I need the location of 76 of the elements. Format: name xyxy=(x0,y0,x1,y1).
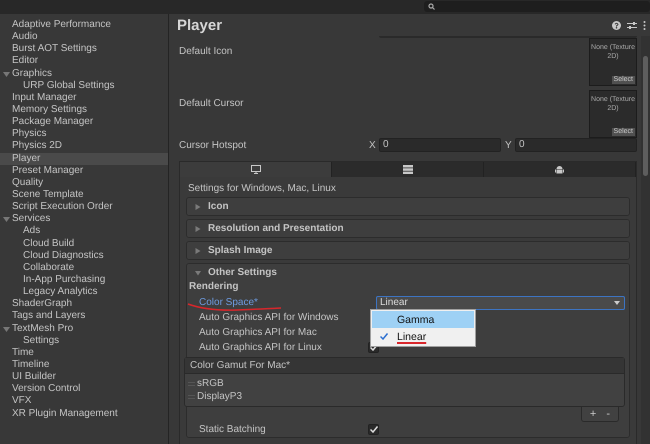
search-icon xyxy=(428,3,435,10)
sidebar-item[interactable]: UI Builder xyxy=(0,371,168,384)
foldout-header[interactable]: Splash Image xyxy=(187,242,629,259)
dropdown[interactable]: Linear xyxy=(376,296,625,310)
sidebar-item[interactable]: Services xyxy=(0,213,168,226)
field-label: Auto Graphics API for Mac xyxy=(198,327,318,338)
search-field[interactable] xyxy=(424,1,650,12)
help-icon[interactable] xyxy=(612,20,621,30)
sidebar-item[interactable]: ShaderGraph xyxy=(0,298,168,310)
checkmark-icon xyxy=(370,426,378,433)
sidebar-item[interactable]: VFX xyxy=(0,395,168,408)
field-label: Color Space* xyxy=(198,297,258,308)
sidebar-item[interactable]: Settings xyxy=(0,334,168,347)
menu-option[interactable]: Linear xyxy=(372,328,474,345)
sidebar-item[interactable]: Legacy Analytics xyxy=(0,286,168,298)
sidebar-item[interactable]: Editor xyxy=(0,55,168,68)
sidebar-item[interactable]: In-App Purchasing xyxy=(0,274,168,286)
android-icon xyxy=(555,164,564,174)
expand-arrow-icon[interactable] xyxy=(3,326,10,333)
sidebar-item[interactable]: Tags and Layers xyxy=(0,310,168,323)
sliders-icon[interactable] xyxy=(627,20,637,30)
sidebar-item[interactable]: Time xyxy=(0,346,168,359)
foldout-header[interactable]: Other Settings xyxy=(187,264,629,281)
list-item[interactable]: sRGB xyxy=(197,378,224,389)
axis-label: X xyxy=(369,140,375,150)
remove-button[interactable]: - xyxy=(604,408,612,420)
platform-tab[interactable] xyxy=(332,162,484,177)
caret-icon xyxy=(614,300,620,304)
list-item[interactable]: DisplayP3 xyxy=(197,391,242,402)
sidebar-item[interactable]: Cloud Build xyxy=(0,238,168,250)
expand-arrow-icon[interactable] xyxy=(3,70,10,78)
axis-label: Y xyxy=(505,140,511,150)
sidebar-item[interactable]: Scene Template xyxy=(0,188,168,202)
field-label: Auto Graphics API for Linux xyxy=(198,342,323,353)
more-options-icon[interactable] xyxy=(643,20,646,30)
sidebar-item[interactable]: Quality xyxy=(0,176,168,189)
sidebar-item[interactable]: Player xyxy=(0,152,168,165)
sidebar-item[interactable]: Graphics xyxy=(0,68,168,80)
number-field[interactable]: 0 xyxy=(379,138,501,152)
sidebar-item[interactable]: Input Manager xyxy=(0,92,168,104)
sidebar-item[interactable]: Package Manager xyxy=(0,116,168,128)
sidebar-item[interactable]: Cloud Diagnostics xyxy=(0,250,168,262)
server-icon xyxy=(402,165,412,174)
sidebar-item[interactable]: Collaborate xyxy=(0,262,168,274)
foldout-header[interactable]: Icon xyxy=(187,198,629,215)
sidebar-item[interactable]: Script Execution Order xyxy=(0,201,168,214)
list-header: Color Gamut For Mac* xyxy=(185,358,624,374)
add-button[interactable]: + xyxy=(588,408,598,420)
sidebar-item[interactable]: Ads xyxy=(0,225,168,238)
expand-arrow-icon[interactable] xyxy=(3,216,10,224)
field-label: Default Icon xyxy=(179,45,232,59)
scrollbar[interactable] xyxy=(641,36,650,444)
sidebar-item[interactable]: Physics xyxy=(0,128,168,140)
section-heading: Rendering xyxy=(188,281,240,294)
field-label: Cursor Hotspot xyxy=(179,140,248,150)
sidebar-item[interactable]: TextMesh Pro xyxy=(0,322,168,335)
monitor-icon xyxy=(250,165,260,174)
sidebar-item[interactable]: Burst AOT Settings xyxy=(0,43,168,56)
field-label: Default Cursor xyxy=(179,97,244,111)
number-field[interactable]: 0 xyxy=(515,138,637,152)
sidebar-item[interactable]: Version Control xyxy=(0,383,168,396)
sidebar-item[interactable]: XR Plugin Management xyxy=(0,408,168,420)
sidebar-item[interactable]: Timeline xyxy=(0,358,168,372)
foldout-header[interactable]: Resolution and Presentation xyxy=(187,220,629,237)
sidebar-item[interactable]: Memory Settings xyxy=(0,104,168,116)
inspector-title: Player xyxy=(177,16,222,34)
menu-option[interactable]: Gamma xyxy=(372,311,474,328)
field-label: Auto Graphics API for Windows xyxy=(198,312,340,323)
sidebar-item[interactable]: Audio xyxy=(0,31,168,44)
sidebar-item[interactable]: URP Global Settings xyxy=(0,80,168,92)
sidebar-item[interactable]: Adaptive Performance xyxy=(0,19,168,32)
platform-heading: Settings for Windows, Mac, Linux xyxy=(187,182,337,196)
field-label: Static Batching xyxy=(198,424,267,435)
sidebar-item[interactable]: Preset Manager xyxy=(0,164,168,177)
checkbox[interactable] xyxy=(368,424,379,435)
sidebar-item[interactable]: Physics 2D xyxy=(0,140,168,153)
